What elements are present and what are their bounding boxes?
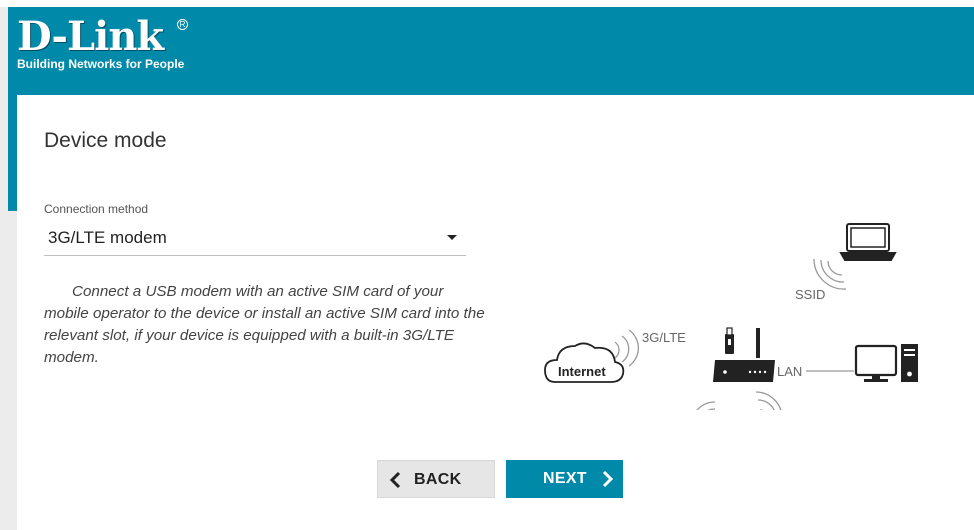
- mode-description: Connect a USB modem with an active SIM c…: [44, 283, 485, 366]
- next-button-label: NEXT: [543, 470, 587, 487]
- connection-method-value: 3G/LTE modem: [48, 228, 167, 247]
- lan-label: LAN: [777, 364, 802, 379]
- laptop-icon: [839, 223, 897, 261]
- lte-label: 3G/LTE: [642, 330, 686, 345]
- usb-modem-icon: [725, 327, 734, 354]
- ssid-wifi-icon: [813, 258, 847, 290]
- cloud-wifi-icon: [614, 329, 639, 367]
- registered-mark-icon: R: [177, 19, 188, 30]
- chevron-left-icon: [388, 470, 402, 495]
- caret-down-icon: [447, 235, 457, 240]
- desktop-pc-icon: [854, 344, 918, 382]
- back-button[interactable]: BACK: [377, 460, 495, 498]
- page-title: Device mode: [44, 129, 167, 152]
- internet-label: Internet: [558, 364, 606, 379]
- network-diagram: SSID SSID 3G/LTE: [527, 220, 927, 427]
- router-icon: [713, 328, 775, 382]
- logo-tagline: Building Networks for People: [17, 57, 185, 71]
- device-mode-card: Device mode Connection method 3G/LTE mod…: [17, 95, 974, 530]
- ssid-text: SSID: [795, 287, 825, 302]
- page-top-border: [0, 0, 974, 7]
- dlink-logo[interactable]: D-Link R Building Networks for People: [17, 13, 188, 71]
- back-button-label: BACK: [414, 471, 462, 488]
- connection-method-select[interactable]: 3G/LTE modem: [44, 219, 466, 256]
- connection-method-label: Connection method: [44, 202, 149, 216]
- logo-text: D-Link: [17, 13, 164, 60]
- cloud-icon: Internet: [544, 342, 625, 383]
- usb-modem-wifi-icon: [690, 401, 716, 427]
- router-wifi-icon: [755, 391, 783, 423]
- chevron-right-icon: [601, 469, 615, 494]
- next-button[interactable]: NEXT: [506, 460, 623, 498]
